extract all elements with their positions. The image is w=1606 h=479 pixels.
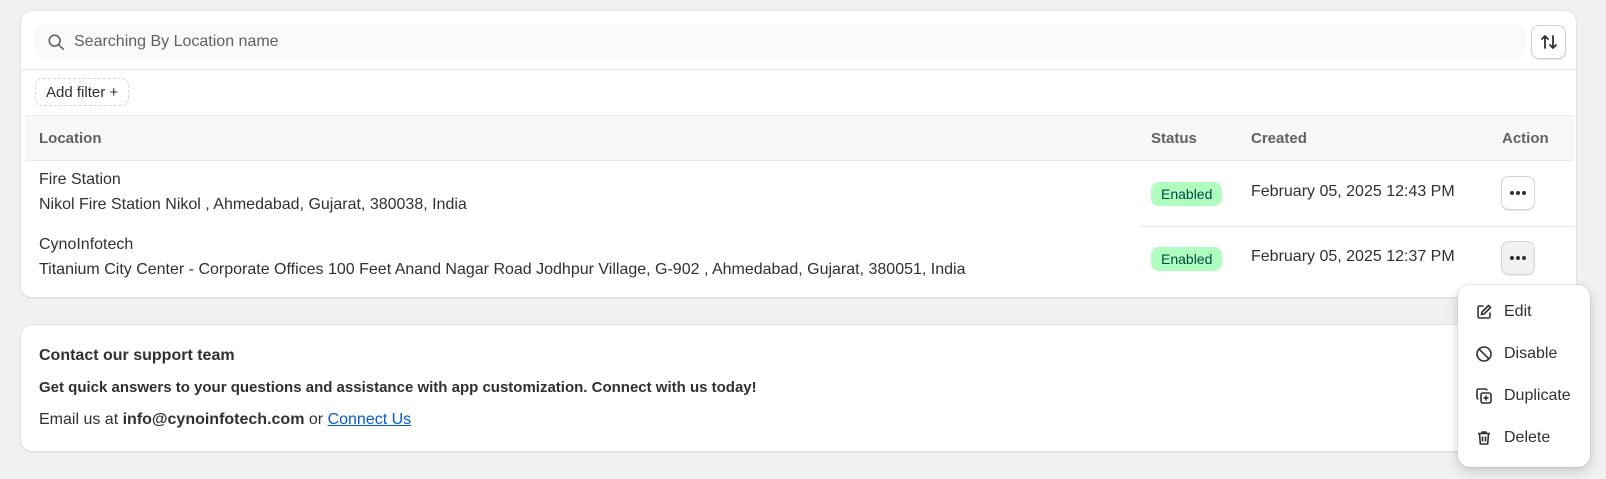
row-action-menu: Edit Disable Duplicate Delete <box>1458 285 1590 467</box>
location-address: Nikol Fire Station Nikol , Ahmedabad, Gu… <box>39 196 467 213</box>
support-card: Contact our support team Get quick answe… <box>20 324 1577 452</box>
duplicate-icon <box>1476 388 1492 404</box>
status-badge: Enabled <box>1151 182 1223 206</box>
location-name: Fire Station <box>39 171 121 188</box>
support-email: info@cynoinfotech.com <box>122 411 305 428</box>
disable-icon <box>1476 346 1492 362</box>
menu-item-delete[interactable]: Delete <box>1458 420 1590 456</box>
more-horizontal-icon <box>1510 191 1526 195</box>
locations-card: Searching By Location name Add filter + … <box>20 10 1577 298</box>
filter-bar: Add filter + <box>21 70 1576 115</box>
table-header: Location Status Created Action <box>25 115 1574 161</box>
column-header-created[interactable]: Created <box>1251 130 1307 147</box>
sort-icon <box>1540 35 1557 49</box>
table-row[interactable]: Fire Station Nikol Fire Station Nikol , … <box>25 161 1574 227</box>
search-input[interactable]: Searching By Location name <box>35 24 1525 59</box>
support-email-line: Email us at info@cynoinfotech.com or Con… <box>39 411 411 429</box>
more-horizontal-icon <box>1510 256 1526 260</box>
column-header-location[interactable]: Location <box>39 130 102 147</box>
created-date: February 05, 2025 12:43 PM <box>1251 183 1455 200</box>
edit-icon <box>1477 304 1492 319</box>
row-action-button[interactable] <box>1501 176 1535 210</box>
support-title: Contact our support team <box>39 347 235 364</box>
menu-item-label: Duplicate <box>1504 387 1571 404</box>
location-address: Titanium City Center - Corporate Offices… <box>39 261 966 278</box>
menu-item-duplicate[interactable]: Duplicate <box>1458 378 1590 414</box>
or-text: or <box>308 411 324 428</box>
menu-item-label: Delete <box>1504 429 1551 446</box>
search-bar: Searching By Location name <box>21 11 1576 70</box>
menu-item-label: Edit <box>1504 303 1532 320</box>
status-badge: Enabled <box>1151 247 1223 271</box>
search-placeholder: Searching By Location name <box>74 32 279 50</box>
created-date: February 05, 2025 12:37 PM <box>1251 248 1455 265</box>
sort-button[interactable] <box>1531 25 1566 59</box>
connect-us-link[interactable]: Connect Us <box>328 411 412 428</box>
email-prefix: Email us at <box>39 411 119 428</box>
support-description: Get quick answers to your questions and … <box>39 379 757 396</box>
search-icon <box>48 33 65 50</box>
row-action-button[interactable] <box>1501 241 1535 275</box>
menu-item-disable[interactable]: Disable <box>1458 336 1590 372</box>
location-name: CynoInfotech <box>39 236 134 253</box>
column-header-action: Action <box>1502 130 1549 147</box>
table-row[interactable]: CynoInfotech Titanium City Center - Corp… <box>25 226 1574 292</box>
column-header-status[interactable]: Status <box>1151 130 1197 147</box>
add-filter-button[interactable]: Add filter + <box>35 78 130 106</box>
delete-icon <box>1478 431 1490 445</box>
menu-item-edit[interactable]: Edit <box>1458 294 1590 330</box>
menu-item-label: Disable <box>1504 345 1558 362</box>
